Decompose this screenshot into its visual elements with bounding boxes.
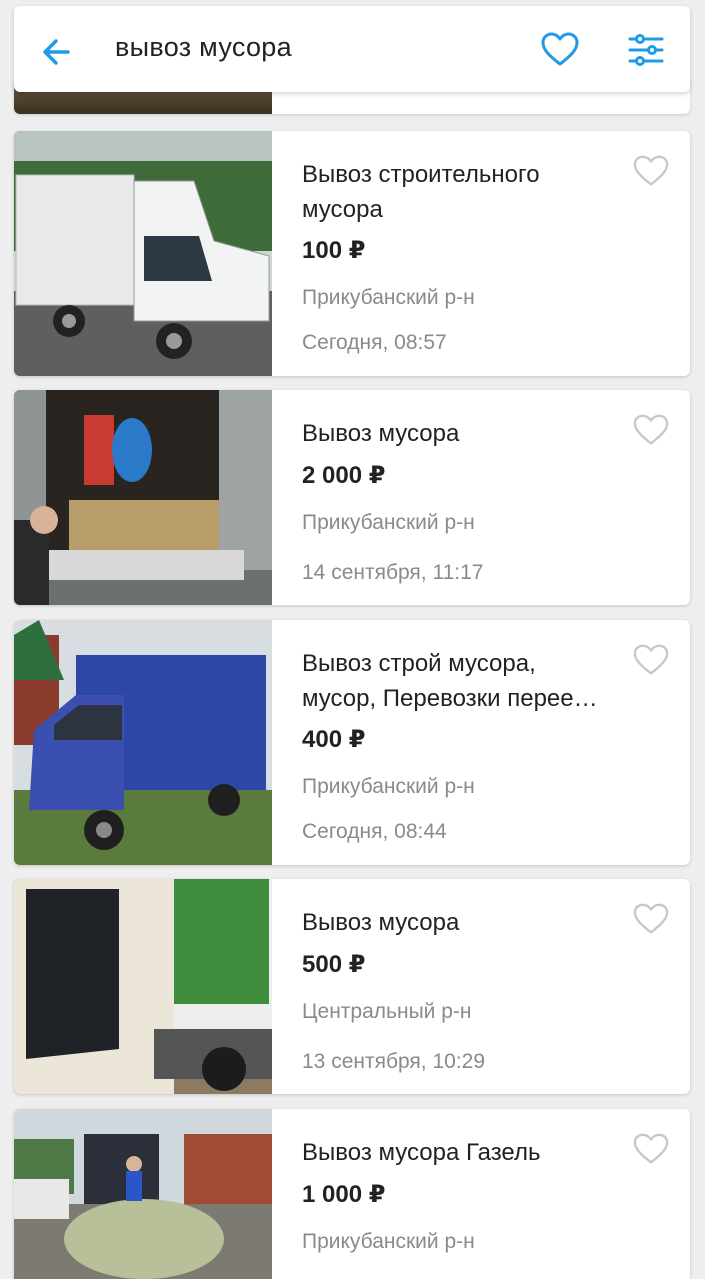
listing-date: Сегодня, 08:57 [302,331,447,354]
listing-title: Вывоз строй мусора, мусор, Перевозки пер… [302,650,598,712]
heart-outline-icon[interactable] [632,412,670,448]
listing-photo [14,1109,272,1279]
listing-card[interactable]: Вывоз мусора 500 ₽ Центральный р-н 13 се… [14,879,690,1094]
listing-date: 14 сентября, 11:17 [302,561,484,584]
listing-district: Прикубанский р-н [302,511,475,534]
listing-title: Вывоз мусора Газель [302,1139,541,1166]
arrow-left-icon[interactable] [38,34,74,70]
heart-outline-icon[interactable] [540,30,580,70]
heart-outline-icon[interactable] [632,1131,670,1167]
listing-price: 100 ₽ [302,237,366,264]
listing-photo [14,390,272,605]
filter-sliders-icon[interactable] [626,30,666,70]
listing-price: 1 000 ₽ [302,1181,386,1208]
search-header: вывоз мусора [14,6,690,92]
search-query[interactable]: вывоз мусора [115,32,292,63]
heart-outline-icon[interactable] [632,153,670,189]
heart-outline-icon[interactable] [632,642,670,678]
listing-title: Вывоз мусора [302,420,460,447]
listing-photo [14,620,272,865]
listing-date: 13 сентября, 10:29 [302,1050,486,1073]
listing-date: Сегодня, 08:44 [302,820,447,843]
listing-photo [14,131,272,376]
listing-title: Вывоз мусора [302,909,460,936]
listing-card[interactable]: Вывоз строй мусора, мусор, Перевозки пер… [14,620,690,865]
listing-card[interactable]: Вывоз мусора 2 000 ₽ Прикубанский р-н 14… [14,390,690,605]
listing-district: Прикубанский р-н [302,1230,475,1253]
listing-district: Центральный р-н [302,1000,472,1023]
listing-card[interactable]: Вывоз мусора Газель 1 000 ₽ Прикубанский… [14,1109,690,1279]
listing-price: 500 ₽ [302,951,366,978]
listing-card[interactable]: Вывоз строительного мусора 100 ₽ Прикуба… [14,131,690,376]
heart-outline-icon[interactable] [632,901,670,937]
listing-district: Прикубанский р-н [302,286,475,309]
listing-district: Прикубанский р-н [302,775,475,798]
listing-title: Вывоз строительного мусора [302,161,540,223]
listing-photo [14,879,272,1094]
listing-price: 400 ₽ [302,726,366,753]
listing-price: 2 000 ₽ [302,462,386,489]
